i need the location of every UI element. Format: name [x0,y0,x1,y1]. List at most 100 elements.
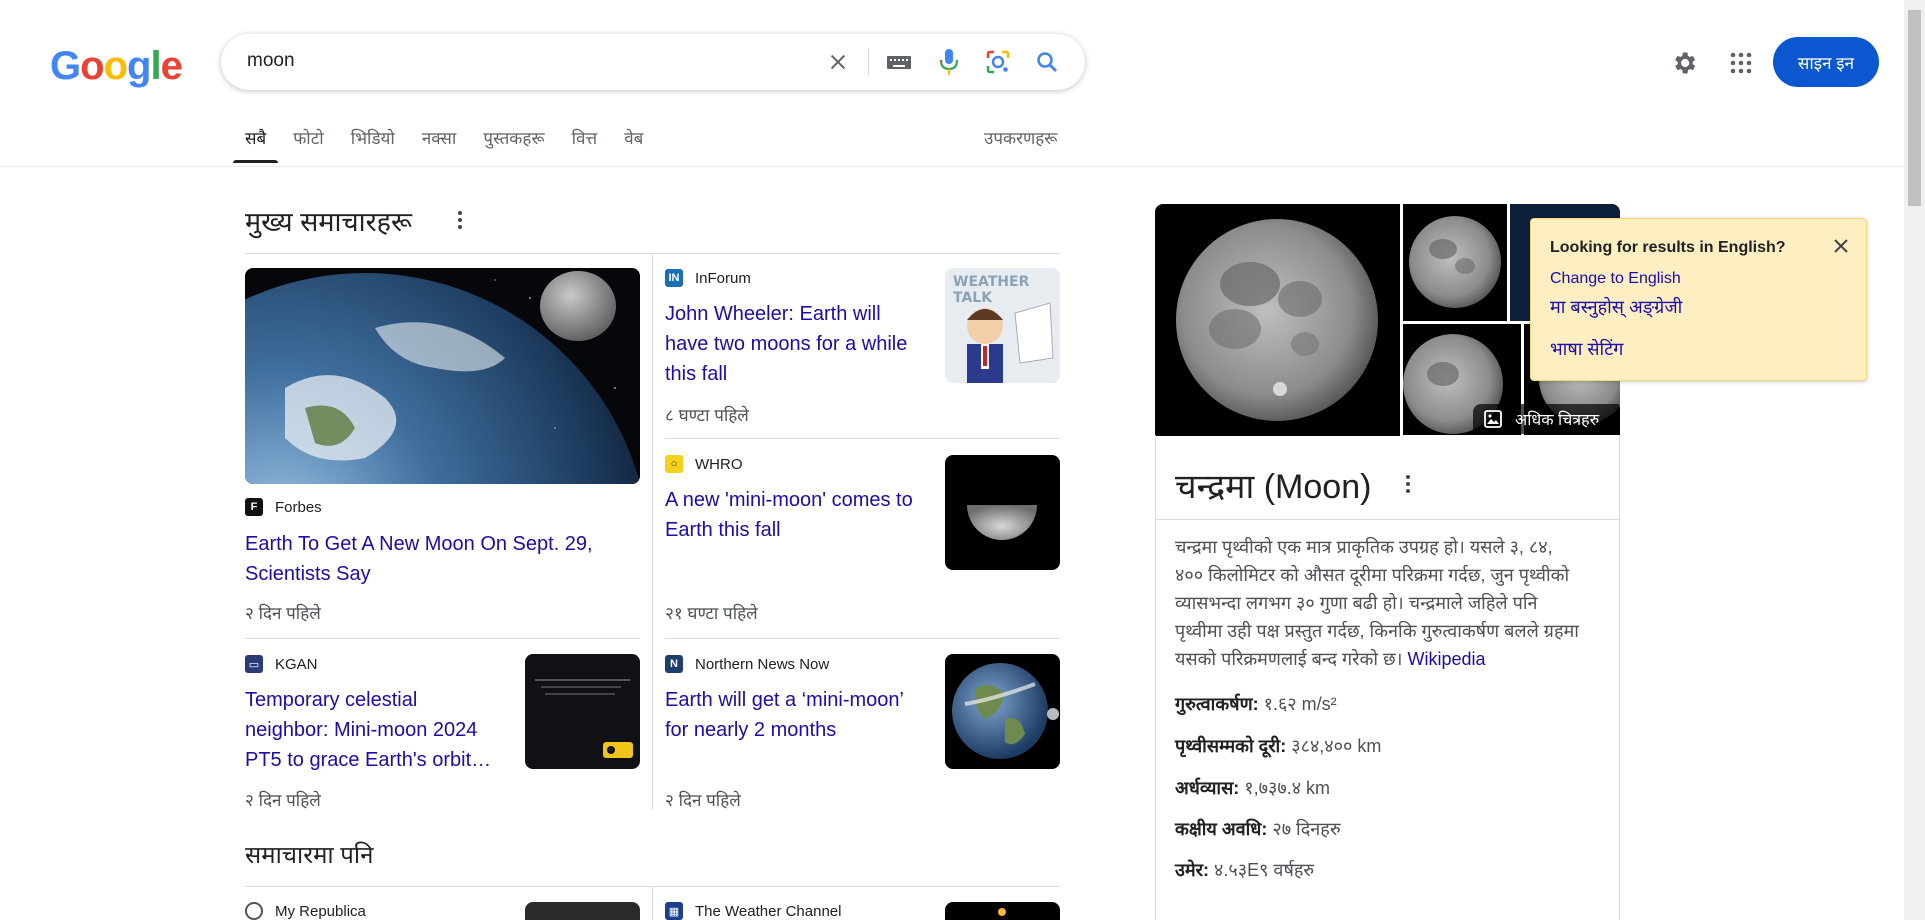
column-divider [652,887,653,920]
fact-gravity: गुरुत्वाकर्षण: १.६२ m/s² [1175,692,1337,716]
story-image-republica[interactable] [525,902,640,920]
fact-label[interactable]: अर्धव्यास: [1175,778,1239,798]
microphone-icon[interactable] [935,48,963,76]
source-name: The Weather Channel [695,902,842,920]
change-to-english-link[interactable]: Change to English [1550,270,1681,288]
search-input[interactable]: moon [247,50,295,72]
fact-label[interactable]: गुरुत्वाकर्षण: [1175,694,1259,714]
story-image-weather-talk[interactable]: WEATHER TALK [945,268,1060,383]
fact-value: ४.५३E९ वर्षहरु [1208,860,1315,880]
settings-icon[interactable] [1670,38,1698,88]
story-headline[interactable]: Earth will get a ‘mini-moon’ for nearly … [665,685,925,745]
desc-text: यसको परिक्रमणलाई बन्द गरेको छ। [1175,649,1403,669]
tab-maps[interactable]: नक्सा [422,126,457,163]
source-inforum[interactable]: IN InForum [665,269,751,287]
logo-letter: l [150,44,161,88]
close-icon[interactable] [1832,237,1850,260]
desc-line: यसको परिक्रमणलाई बन्द गरेको छ। Wikipedia [1175,645,1605,673]
fact-radius: अर्धव्यास: १,७३७.४ km [1175,776,1330,800]
weather-channel-favicon-icon: ▦ [665,902,683,920]
tab-videos[interactable]: भिडियो [351,126,395,163]
wikipedia-link[interactable]: Wikipedia [1408,649,1486,669]
story-time: ८ घण्टा पहिले [665,406,749,425]
logo-letter: o [80,44,104,88]
headline-line: Temporary celestial [245,689,418,711]
forbes-favicon-icon: F [245,498,263,516]
more-options-icon[interactable] [450,210,470,230]
scrollbar[interactable] [1904,0,1925,920]
story-image-kgan[interactable] [525,654,640,769]
headline-line: for nearly 2 months [665,719,837,741]
fact-value: १.६२ m/s² [1258,694,1337,714]
language-settings-link[interactable]: भाषा सेटिंग [1550,337,1623,361]
headline-line: A new 'mini-moon' comes to [665,489,913,511]
source-name: InForum [695,269,751,287]
story-image-weather-channel[interactable] [945,902,1060,920]
tab-all[interactable]: सबै [232,126,279,163]
kp-more-options-icon[interactable] [1398,474,1418,494]
fact-value: २७ दिनहरु [1267,819,1341,839]
fact-age: उमेर: ४.५३E९ वर्षहरु [1175,858,1314,882]
google-logo[interactable]: Google [50,44,183,89]
source-name: My Republica [275,902,366,920]
source-name: Forbes [275,498,322,516]
stay-language-link[interactable]: मा बस्नुहोस् अङ्ग्रेजी [1550,295,1682,319]
kp-title: चन्द्रमा (Moon) [1175,468,1372,506]
fact-label[interactable]: पृथ्वीसम्मको दूरी: [1175,736,1286,756]
top-stories-title: मुख्य समाचारहरू [245,207,412,237]
source-weather-channel[interactable]: ▦ The Weather Channel [665,902,841,920]
whro-favicon-icon: ○ [665,455,683,473]
source-name: KGAN [275,655,318,673]
keyboard-icon[interactable] [885,48,913,76]
story-headline[interactable]: A new 'mini-moon' comes to Earth this fa… [665,485,925,545]
headline-line: PT5 to grace Earth's orbit… [245,749,492,771]
fact-value: ३८४,४०० km [1286,736,1382,756]
language-suggestion-popup: Looking for results in English? Change t… [1530,218,1867,381]
story-image-earth-globe[interactable] [945,654,1060,769]
logo-letter: o [103,44,128,88]
fact-label[interactable]: उमेर: [1175,860,1209,880]
divider [245,638,640,639]
headline-line: have two moons for a while [665,333,908,355]
fact-label[interactable]: कक्षीय अवधि: [1175,819,1267,839]
tab-web[interactable]: वेब [624,126,643,163]
source-forbes[interactable]: F Forbes [245,498,322,516]
story-headline[interactable]: Temporary celestial neighbor: Mini-moon … [245,685,505,775]
google-lens-icon[interactable] [984,48,1012,76]
story-headline[interactable]: Earth To Get A New Moon On Sept. 29, Sci… [245,529,645,589]
desc-line: व्यासभन्दा लगभग ३० गुणा बढी हो। चन्द्रमा… [1175,593,1538,613]
source-whro[interactable]: ○ WHRO [665,455,743,473]
story-time: २१ घण्टा पहिले [665,604,758,623]
fact-orbital-period: कक्षीय अवधि: २७ दिनहरु [1175,817,1341,841]
tab-images[interactable]: फोटो [293,126,323,163]
headline-line: Earth this fall [665,519,781,541]
tab-finance[interactable]: वित्त [572,126,598,163]
tab-books[interactable]: पुस्तकहरू [483,126,544,163]
kp-description: चन्द्रमा पृथ्वीको एक मात्र प्राकृतिक उपग… [1175,533,1605,673]
tools-button[interactable]: उपकरणहरू [984,126,1058,149]
fact-value: १,७३७.४ km [1239,778,1331,798]
more-images-button[interactable]: अधिक चित्रहरु [1473,404,1619,434]
column-divider [652,254,653,810]
logo-letter: g [127,44,151,88]
source-my-republica[interactable]: My Republica [245,902,366,920]
source-kgan[interactable]: ▭ KGAN [245,655,318,673]
signin-button[interactable]: साइन इन [1773,37,1879,87]
source-northern-news-now[interactable]: N Northern News Now [665,655,829,673]
image-icon [1484,410,1502,428]
clear-icon[interactable] [824,48,852,76]
apps-grid-icon[interactable] [1729,38,1753,88]
kgan-favicon-icon: ▭ [245,655,263,673]
moon-main-image[interactable] [1155,204,1400,436]
scrollbar-thumb[interactable] [1908,10,1921,206]
story-time: २ दिन पहिले [665,791,741,810]
search-box[interactable]: moon [221,34,1085,90]
logo-letter: G [50,44,81,88]
fact-distance: पृथ्वीसम्मको दूरी: ३८४,४०० km [1175,734,1381,758]
search-icon[interactable] [1033,48,1061,76]
story-headline[interactable]: John Wheeler: Earth will have two moons … [665,299,925,389]
story-image-half-moon[interactable] [945,455,1060,570]
story-image-earth[interactable] [245,268,640,484]
moon-thumb-image[interactable] [1403,204,1507,321]
headline-line: Earth will get a ‘mini-moon’ [665,689,904,711]
